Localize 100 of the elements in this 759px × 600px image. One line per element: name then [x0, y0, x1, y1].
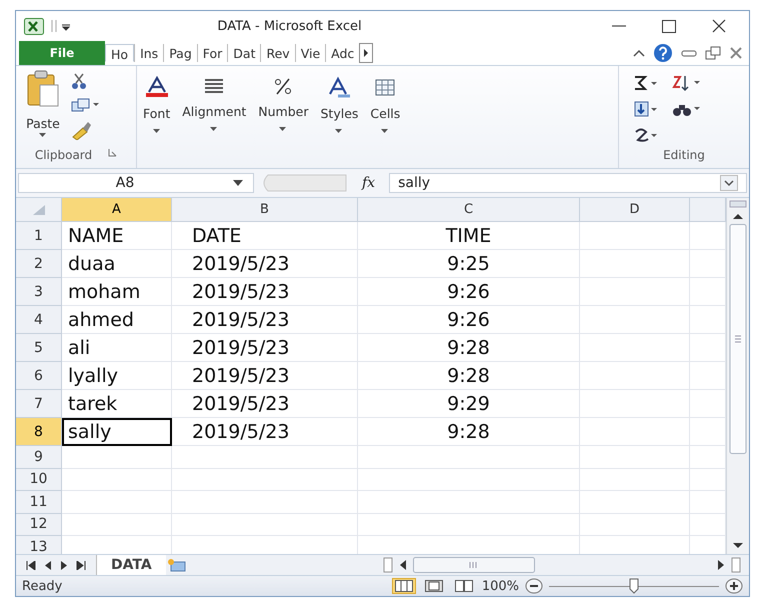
column-header[interactable]	[690, 198, 726, 222]
slider-thumb[interactable]	[629, 578, 639, 594]
table-cell[interactable]: 2019/5/23	[172, 306, 358, 334]
table-cell[interactable]: 9:28	[358, 418, 580, 446]
row-header[interactable]: 12	[16, 514, 62, 536]
maximize-icon[interactable]	[662, 20, 676, 32]
table-cell[interactable]	[580, 306, 690, 334]
previous-sheet-icon[interactable]	[44, 560, 52, 570]
copy-icon[interactable]	[70, 96, 100, 114]
expand-icon[interactable]	[720, 175, 738, 191]
table-cell[interactable]: ali	[62, 334, 172, 362]
column-header[interactable]: D	[580, 198, 690, 222]
zoom-out-button[interactable]	[525, 578, 543, 594]
scroll-down-icon[interactable]	[732, 542, 744, 550]
restore-window-icon[interactable]	[705, 46, 721, 60]
row-header[interactable]: 1	[16, 222, 62, 250]
normal-view-button[interactable]	[392, 578, 416, 594]
table-cell[interactable]	[358, 491, 580, 514]
table-cell[interactable]: tarek	[62, 390, 172, 418]
ribbon-button[interactable]: Styles	[316, 70, 362, 146]
row-header[interactable]: 2	[16, 250, 62, 278]
paste-button[interactable]: Paste	[22, 70, 64, 148]
autosum-icon[interactable]	[633, 74, 659, 92]
table-cell[interactable]	[62, 514, 172, 536]
zoom-level[interactable]: 100%	[482, 578, 519, 594]
table-cell[interactable]	[580, 222, 690, 250]
table-cell[interactable]: sally	[62, 418, 172, 446]
ribbon-tab[interactable]: For	[196, 44, 228, 62]
table-cell[interactable]: 2019/5/23	[172, 362, 358, 390]
table-cell[interactable]	[580, 446, 690, 468]
quick-access-dropdown-icon[interactable]	[50, 19, 72, 33]
table-cell[interactable]	[172, 514, 358, 536]
split-handle-icon[interactable]	[729, 200, 747, 208]
table-cell[interactable]: 2019/5/23	[172, 250, 358, 278]
table-cell[interactable]	[358, 468, 580, 491]
zoom-slider[interactable]	[549, 578, 719, 594]
excel-icon[interactable]	[24, 18, 44, 34]
file-tab[interactable]: File	[19, 41, 105, 65]
minimize-icon[interactable]	[611, 24, 627, 28]
insert-function-button[interactable]: fx	[352, 175, 386, 191]
close-icon[interactable]	[712, 19, 726, 33]
ribbon-button[interactable]: Alignment	[178, 70, 250, 146]
table-cell[interactable]: 9:26	[358, 278, 580, 306]
table-cell[interactable]: duaa	[62, 250, 172, 278]
zoom-in-button[interactable]	[725, 578, 743, 594]
sort-filter-icon[interactable]	[671, 74, 701, 92]
table-cell[interactable]	[62, 468, 172, 491]
new-sheet-icon[interactable]	[166, 558, 188, 572]
table-cell[interactable]	[580, 250, 690, 278]
format-painter-icon[interactable]	[70, 120, 92, 140]
last-sheet-icon[interactable]	[76, 560, 86, 570]
clear-eraser-icon[interactable]	[633, 126, 659, 144]
scroll-left-icon[interactable]	[399, 560, 407, 570]
ribbon-tab[interactable]: Rev	[260, 44, 295, 62]
caret-icon[interactable]	[231, 179, 245, 187]
row-header[interactable]: 3	[16, 278, 62, 306]
table-cell[interactable]: lyally	[62, 362, 172, 390]
table-cell[interactable]: DATE	[172, 222, 358, 250]
table-cell[interactable]	[580, 334, 690, 362]
scroll-up-icon[interactable]	[732, 212, 744, 220]
split-handle-icon[interactable]	[731, 557, 741, 573]
help-icon[interactable]	[653, 43, 673, 63]
scrollbar-thumb[interactable]	[413, 557, 535, 573]
table-cell[interactable]	[62, 491, 172, 514]
table-cell[interactable]: moham	[62, 278, 172, 306]
table-cell[interactable]	[358, 514, 580, 536]
split-handle-icon[interactable]	[383, 557, 393, 573]
table-cell[interactable]	[580, 278, 690, 306]
scroll-right-icon[interactable]	[717, 560, 725, 570]
table-cell[interactable]: ahmed	[62, 306, 172, 334]
table-cell[interactable]	[172, 468, 358, 491]
table-cell[interactable]: TIME	[358, 222, 580, 250]
row-header[interactable]: 13	[16, 536, 62, 554]
sheet-tab[interactable]: DATA	[97, 555, 166, 575]
cut-icon[interactable]	[70, 72, 88, 90]
column-header[interactable]: C	[358, 198, 580, 222]
table-cell[interactable]: 9:28	[358, 362, 580, 390]
close-window-icon[interactable]	[729, 47, 743, 59]
next-sheet-icon[interactable]	[60, 560, 68, 570]
row-header[interactable]: 11	[16, 491, 62, 514]
table-cell[interactable]: NAME	[62, 222, 172, 250]
select-all-button[interactable]	[16, 198, 62, 222]
table-cell[interactable]	[580, 418, 690, 446]
name-box[interactable]: A8	[18, 173, 254, 193]
row-header[interactable]: 5	[16, 334, 62, 362]
formula-field[interactable]: sally	[389, 173, 747, 193]
column-header[interactable]: A	[62, 198, 172, 222]
column-header[interactable]: B	[172, 198, 358, 222]
table-cell[interactable]	[172, 446, 358, 468]
table-cell[interactable]	[172, 491, 358, 514]
ribbon-button[interactable]: Number	[254, 70, 312, 146]
table-cell[interactable]: 9:25	[358, 250, 580, 278]
fill-icon[interactable]	[633, 100, 659, 118]
table-cell[interactable]: 9:29	[358, 390, 580, 418]
ribbon-tab[interactable]: Vie	[294, 44, 326, 62]
minimize-window-icon[interactable]	[681, 48, 697, 58]
table-cell[interactable]	[580, 390, 690, 418]
table-cell[interactable]	[580, 468, 690, 491]
table-cell[interactable]	[62, 446, 172, 468]
ribbon-tab[interactable]: Ins	[134, 44, 164, 62]
